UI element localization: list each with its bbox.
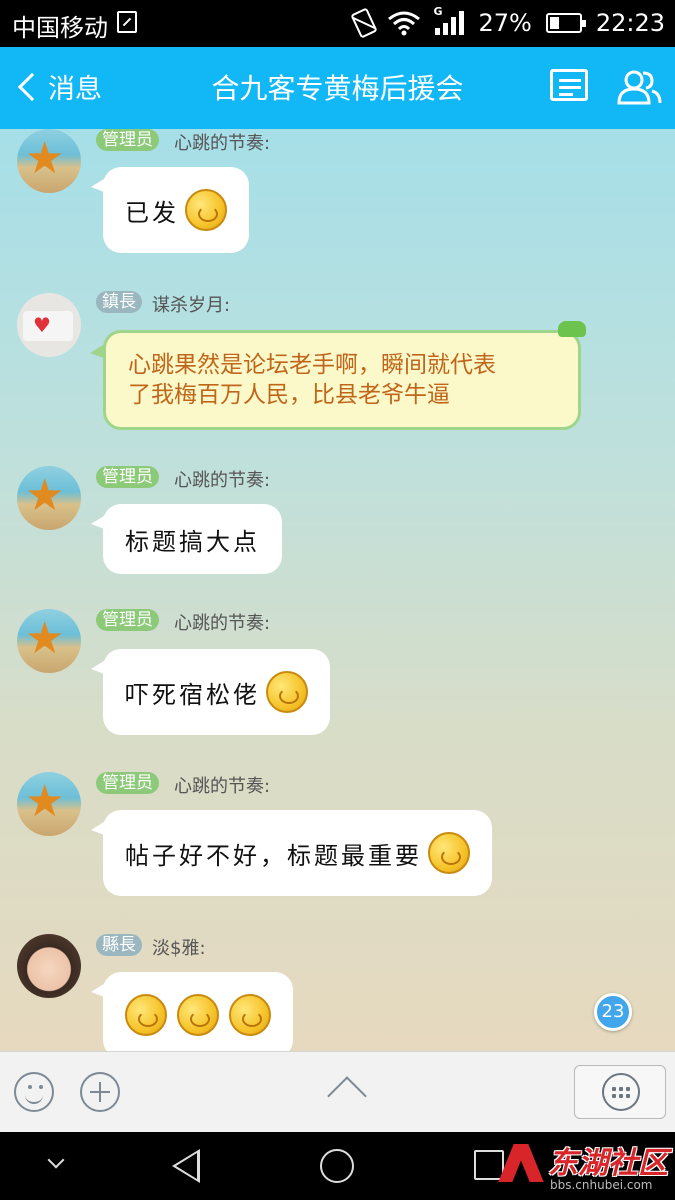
watermark-name: 东湖社区 [548, 1146, 668, 1181]
sender-name[interactable]: 心跳的节奏: [174, 772, 270, 798]
message-text-line-2: 了我梅百万人民，比县老爷牛逼 [128, 382, 450, 408]
add-attachment-button[interactable] [80, 1072, 120, 1112]
carrier-name: 中国移动 [12, 14, 108, 42]
starfish-avatar[interactable]: ★ [17, 609, 81, 673]
status-bar: 中国移动 G 27% 22:23 [0, 0, 675, 47]
message-bubble[interactable]: 标题搞大点 [91, 504, 282, 574]
snicker-emoji-icon [428, 832, 470, 874]
message-text-line-1: 心跳果然是论坛老手啊，瞬间就代表 [128, 352, 496, 378]
message-bubble[interactable]: 吓死宿松佬 [91, 649, 330, 735]
nav-back-icon[interactable] [172, 1149, 200, 1183]
group-members-icon[interactable] [616, 69, 662, 105]
role-badge: 管理员 [96, 129, 159, 151]
watermark-logo-icon [500, 1140, 544, 1184]
role-badge: 管理员 [96, 609, 159, 631]
chat-message-list[interactable]: ★ 管理员 心跳的节奏: 已发 ♥ 鎮長 谋杀岁月: 心跳果然是论坛老手啊，瞬间… [0, 129, 675, 1051]
group-files-button[interactable] [550, 69, 588, 101]
message-text: 已发 [125, 198, 179, 227]
girl-photo-avatar[interactable] [17, 934, 81, 998]
nav-home-icon[interactable] [320, 1149, 354, 1183]
man-photo-avatar[interactable]: ♥ [17, 293, 81, 357]
message-bubble[interactable]: 帖子好不好，标题最重要 [91, 810, 492, 896]
keyboard-toggle-button[interactable] [574, 1065, 666, 1119]
message-text: 标题搞大点 [125, 527, 260, 556]
role-badge: 鎮長 [96, 291, 142, 313]
clock: 22:23 [595, 9, 665, 37]
snicker-emoji-icon [125, 994, 167, 1036]
role-badge: 縣長 [96, 934, 142, 956]
vibrate-mode-icon [350, 7, 379, 39]
battery-icon [545, 13, 586, 33]
battery-percent: 27% [478, 9, 532, 37]
input-toolbar [0, 1051, 675, 1132]
wifi-icon [388, 11, 421, 36]
expand-input-arrow-icon[interactable] [327, 1076, 367, 1116]
unread-count-badge[interactable]: 23 [594, 993, 632, 1031]
role-badge: 管理员 [96, 772, 159, 794]
system-nav-bar: 东湖社区 bbs.cnhubei.com [0, 1132, 675, 1200]
message-bubble[interactable] [91, 972, 293, 1051]
message-text: 帖子好不好，标题最重要 [125, 841, 422, 870]
network-type: G [433, 5, 443, 18]
sim-card-icon [117, 11, 137, 33]
chat-header: 消息 合九客专黄梅后援会 [0, 47, 675, 129]
snicker-emoji-icon [266, 671, 308, 713]
starfish-avatar[interactable]: ★ [17, 466, 81, 530]
starfish-icon: ★ [25, 470, 65, 521]
starfish-avatar[interactable]: ★ [17, 772, 81, 836]
heart-icon: ♥ [33, 313, 51, 337]
chameleon-decoration-icon [558, 321, 586, 337]
sender-name[interactable]: 谋杀岁月: [152, 291, 230, 317]
snicker-emoji-icon [229, 994, 271, 1036]
starfish-icon: ★ [25, 133, 65, 184]
starfish-avatar[interactable]: ★ [17, 129, 81, 193]
sender-name[interactable]: 心跳的节奏: [174, 129, 270, 155]
role-badge: 管理员 [96, 466, 159, 488]
keyboard-icon [602, 1073, 640, 1111]
starfish-icon: ★ [25, 613, 65, 664]
watermark-url: bbs.cnhubei.com [550, 1178, 653, 1192]
message-bubble[interactable]: 已发 [91, 167, 249, 253]
hide-nav-chevron-icon[interactable] [47, 1151, 65, 1169]
sender-name[interactable]: 心跳的节奏: [174, 466, 270, 492]
starfish-icon: ★ [25, 776, 65, 827]
snicker-emoji-icon [185, 189, 227, 231]
message-text: 吓死宿松佬 [125, 680, 260, 709]
sender-name[interactable]: 淡$雅: [152, 934, 206, 960]
message-bubble[interactable]: 心跳果然是论坛老手啊，瞬间就代表 了我梅百万人民，比县老爷牛逼 [90, 321, 586, 430]
snicker-emoji-icon [177, 994, 219, 1036]
sender-name[interactable]: 心跳的节奏: [174, 609, 270, 635]
signal-strength-icon: G [433, 5, 465, 35]
emoji-picker-button[interactable] [14, 1072, 54, 1112]
